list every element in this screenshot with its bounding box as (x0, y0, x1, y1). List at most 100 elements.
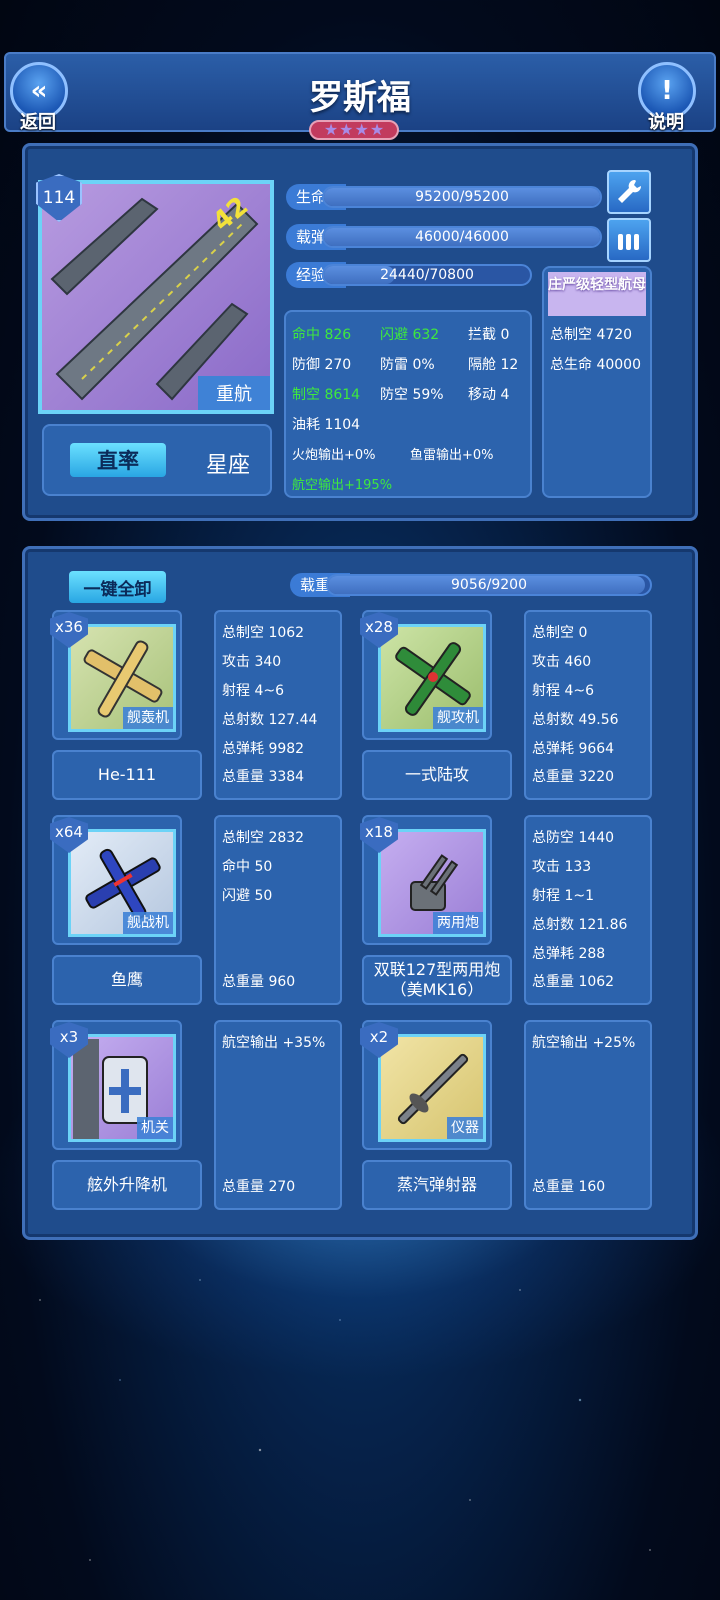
equip-type-tag: 舰轰机 (123, 707, 173, 729)
hp-bar: 95200/95200 (322, 186, 602, 208)
attr-intercept: 拦截 0 (468, 327, 510, 343)
equip-name: 舷外升降机 (86, 1175, 167, 1194)
class-total-hp: 总生命 40000 (550, 357, 641, 373)
equip-stat-line: 总弹耗 9664 (532, 741, 615, 757)
page-title: 罗斯福 (309, 78, 411, 118)
ship-attributes: 命中 826 闪避 632 拦截 0 防御 270 防雷 0% 隔舱 12 制空… (284, 310, 532, 498)
equip-info-box: 总防空 1440 攻击 133 射程 1~1 总射数 121.86 总弹耗 288 总重量… (524, 815, 652, 1005)
equip-stat-line: 攻击 133 (532, 859, 592, 875)
load-bar: 9056/9200 (326, 574, 652, 596)
equip-stat-line: 总重量 960 (222, 974, 296, 990)
equip-picture: 舰战机 (68, 829, 176, 937)
equip-stat-line: 射程 1~1 (532, 888, 594, 904)
attr-air-control: 制空 8614 (292, 387, 361, 403)
equip-stat-line: 总重量 270 (222, 1179, 296, 1195)
equip-stat-line: 总重量 1062 (532, 974, 615, 990)
hp-value: 95200/95200 (415, 189, 509, 205)
equip-name-button[interactable]: 舷外升降机 (52, 1160, 202, 1210)
unload-all-button[interactable]: 一键全卸 (69, 571, 166, 603)
equip-name: 鱼鹰 (110, 970, 143, 989)
resupply-button[interactable] (607, 218, 651, 262)
equip-picture: 两用炮 (378, 829, 486, 937)
equip-name: He-111 (97, 765, 157, 784)
repair-button[interactable] (607, 170, 651, 214)
equip-name: 蒸汽弹射器 (396, 1175, 477, 1194)
equip-stat-line: 总重量 3384 (222, 769, 305, 785)
ship-type-tag: 重航 (198, 376, 270, 410)
equip-stat-line: 闪避 50 (222, 888, 273, 904)
ratio-button[interactable]: 直率 (70, 443, 166, 477)
rating-stars: ★ ★ ★ ★ (309, 120, 399, 140)
equip-info-box: 总制空 0 攻击 460 射程 4~6 总射数 49.56 总弹耗 9664 总重量 32… (524, 610, 652, 800)
equip-stat-line: 命中 50 (222, 859, 273, 875)
ship-class-box: 庄严级轻型航母 总制空 4720 总生命 40000 (542, 266, 652, 498)
exp-bar: 24440/70800 (322, 264, 532, 286)
ship-portrait[interactable]: 42 重航 (38, 180, 274, 414)
equip-name: 一式陆攻 (404, 765, 469, 784)
attr-bulkhead: 隔舱 12 (468, 357, 519, 373)
star-icon: ★ (339, 120, 354, 139)
attr-defense: 防御 270 (292, 357, 352, 373)
equip-picture: 仪器 (378, 1034, 486, 1142)
star-icon: ★ (369, 120, 385, 139)
ammo-icon (618, 234, 639, 250)
equip-type-tag: 机关 (137, 1117, 173, 1139)
equip-info-box: 总制空 2832 命中 50 闪避 50 总重量 960 (214, 815, 342, 1005)
attr-torpedo-def: 防雷 0% (380, 357, 435, 373)
level-value: 114 (42, 188, 76, 208)
attr-gun-output: 火炮输出+0% (292, 448, 376, 463)
exp-value: 24440/70800 (380, 267, 474, 283)
star-icon: ★ (323, 120, 339, 139)
equip-stat-line: 总制空 1062 (222, 625, 305, 641)
equip-name: 双联127型两用炮（美MK16） (373, 960, 501, 999)
equip-stat-line: 航空输出 +25% (532, 1035, 636, 1051)
equip-type-tag: 仪器 (447, 1117, 483, 1139)
equip-picture: 舰轰机 (68, 624, 176, 732)
equip-name-button[interactable]: 一式陆攻 (362, 750, 512, 800)
ammo-value: 46000/46000 (415, 229, 509, 245)
wrench-icon (618, 179, 642, 203)
load-value: 9056/9200 (451, 577, 527, 593)
equip-stat-line: 总弹耗 288 (532, 946, 606, 962)
equip-picture: 机关 (68, 1034, 176, 1142)
equip-quantity: x64 (55, 823, 83, 841)
equip-type-tag: 舰攻机 (433, 707, 483, 729)
equip-stat-line: 攻击 460 (532, 654, 592, 670)
attr-fuel: 油耗 1104 (292, 417, 361, 433)
equip-info-box: 航空输出 +25% 总重量 160 (524, 1020, 652, 1210)
equip-quantity: x28 (365, 618, 393, 636)
attr-torp-output: 鱼雷输出+0% (410, 448, 494, 463)
equip-name-button[interactable]: 双联127型两用炮（美MK16） (362, 955, 512, 1005)
help-label: 说明 (648, 112, 684, 133)
equip-stat-line: 攻击 340 (222, 654, 282, 670)
equip-name-button[interactable]: 蒸汽弹射器 (362, 1160, 512, 1210)
constellation-button[interactable]: 星座 (206, 447, 250, 479)
equip-info-box: 航空输出 +35% 总重量 270 (214, 1020, 342, 1210)
equip-stat-line: 总制空 2832 (222, 830, 305, 846)
equip-stat-line: 总防空 1440 (532, 830, 615, 846)
ammo-bar: 46000/46000 (322, 226, 602, 248)
equip-stat-line: 总重量 160 (532, 1179, 606, 1195)
equip-stat-line: 航空输出 +35% (222, 1035, 326, 1051)
attr-air-output: 航空输出+195% (292, 478, 393, 493)
attr-aa: 防空 59% (380, 387, 444, 403)
equip-quantity: x18 (365, 823, 393, 841)
equip-stat-line: 射程 4~6 (532, 683, 594, 699)
class-total-air: 总制空 4720 (550, 327, 633, 343)
equip-stat-line: 总射数 49.56 (532, 712, 619, 728)
attr-move: 移动 4 (468, 387, 510, 403)
equip-stat-line: 总重量 3220 (532, 769, 615, 785)
equip-quantity: x3 (59, 1028, 79, 1046)
equip-type-tag: 舰战机 (123, 912, 173, 934)
equip-name-button[interactable]: He-111 (52, 750, 202, 800)
attr-hit: 命中 826 (292, 327, 352, 343)
equip-name-button[interactable]: 鱼鹰 (52, 955, 202, 1005)
ship-class-title: 庄严级轻型航母 (548, 272, 646, 316)
equip-quantity: x36 (55, 618, 83, 636)
equip-info-box: 总制空 1062 攻击 340 射程 4~6 总射数 127.44 总弹耗 9982 总重… (214, 610, 342, 800)
equip-stat-line: 总制空 0 (532, 625, 588, 641)
equip-type-tag: 两用炮 (433, 912, 483, 934)
exclamation-icon: ! (661, 76, 673, 106)
equip-stat-line: 总射数 121.86 (532, 917, 628, 933)
equip-picture: 舰攻机 (378, 624, 486, 732)
